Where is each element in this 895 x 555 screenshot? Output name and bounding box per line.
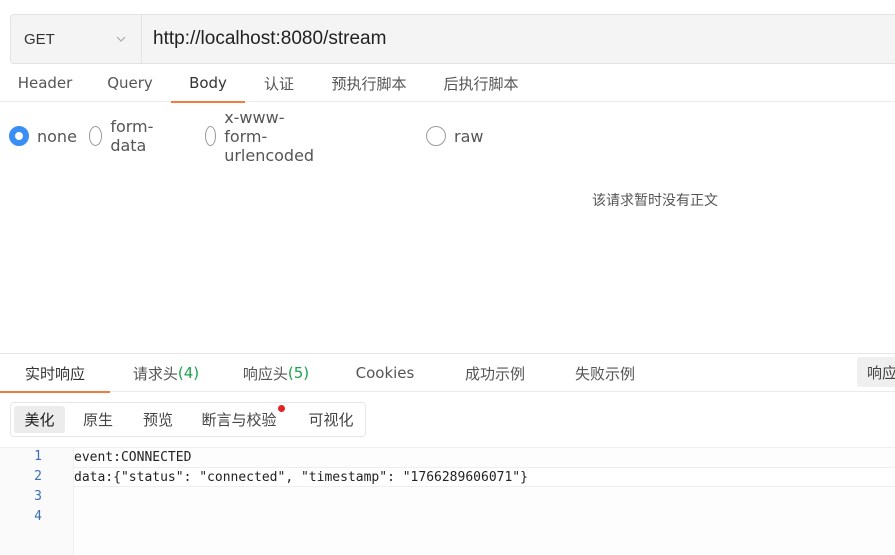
tab-failure-example[interactable]: 失败示例 (562, 354, 648, 392)
response-tabs: 实时响应 请求头 (4) 响应头 (5) Cookies 成功示例 失败示例 响应 (0, 354, 895, 393)
radio-label: none (37, 126, 77, 146)
radio-label: x-www-form-urlencoded (224, 107, 315, 165)
view-visualize[interactable]: 可视化 (298, 406, 364, 433)
code-line: data:{"status": "connected", "timestamp"… (74, 467, 895, 487)
line-number: 4 (34, 509, 42, 524)
view-raw[interactable]: 原生 (73, 406, 123, 433)
tab-header[interactable]: Header (10, 64, 80, 102)
line-number: 1 (34, 449, 42, 464)
view-assertions[interactable]: 断言与校验 (194, 406, 284, 433)
tab-success-example[interactable]: 成功示例 (452, 354, 538, 392)
tab-label: 失败示例 (574, 364, 635, 383)
chevron-down-icon (116, 36, 126, 42)
notification-dot-icon (278, 405, 285, 412)
tab-post-script[interactable]: 后执行脚本 (432, 64, 530, 102)
url-bar: GET http://localhost:8080/stream (10, 14, 895, 64)
radio-checked-icon (9, 126, 29, 146)
request-tabs: Header Query Body 认证 预执行脚本 后执行脚本 (0, 64, 895, 103)
tab-pre-script[interactable]: 预执行脚本 (320, 64, 418, 102)
view-pretty[interactable]: 美化 (14, 406, 65, 433)
tab-label: 请求头 (132, 364, 178, 383)
tab-cookies[interactable]: Cookies (346, 354, 424, 392)
tab-label: 成功示例 (464, 364, 525, 383)
radio-raw[interactable]: raw (426, 123, 483, 149)
radio-none[interactable]: none (9, 123, 77, 149)
radio-unchecked-icon (89, 126, 103, 146)
view-mode-switcher: 美化 原生 预览 断言与校验 可视化 (10, 402, 366, 437)
tab-label: 响应头 (242, 364, 288, 383)
tab-label: Cookies (355, 364, 415, 382)
response-button[interactable]: 响应 (857, 357, 895, 387)
line-number: 2 (34, 469, 42, 484)
tab-count: (5) (287, 364, 310, 382)
tab-query[interactable]: Query (96, 64, 164, 102)
url-input[interactable]: http://localhost:8080/stream (142, 28, 386, 50)
tab-label: 实时响应 (24, 364, 85, 383)
line-number-gutter: 1 2 3 4 (0, 448, 74, 555)
empty-body-message: 该请求暂时没有正文 (592, 193, 718, 209)
view-preview[interactable]: 预览 (132, 406, 184, 433)
radio-unchecked-icon (426, 126, 446, 146)
radio-unchecked-icon (205, 126, 217, 146)
radio-x-www-form-urlencoded[interactable]: x-www-form-urlencoded (205, 108, 323, 165)
radio-form-data[interactable]: form-data (89, 117, 160, 155)
method-select[interactable]: GET (11, 15, 142, 63)
tab-body[interactable]: Body (171, 64, 245, 103)
method-label: GET (24, 30, 55, 48)
tab-auth[interactable]: 认证 (254, 64, 304, 102)
tab-count: (4) (177, 364, 200, 382)
radio-label: raw (454, 126, 484, 146)
tab-response-headers[interactable]: 响应头 (5) (232, 354, 320, 392)
tab-realtime-response[interactable]: 实时响应 (0, 354, 110, 393)
response-code-view[interactable]: 1 2 3 4 event:CONNECTED data:{"status": … (0, 447, 895, 555)
tab-request-headers[interactable]: 请求头 (4) (122, 354, 210, 392)
code-line: event:CONNECTED (74, 450, 192, 465)
radio-label: form-data (110, 117, 154, 155)
line-number: 3 (34, 489, 42, 504)
